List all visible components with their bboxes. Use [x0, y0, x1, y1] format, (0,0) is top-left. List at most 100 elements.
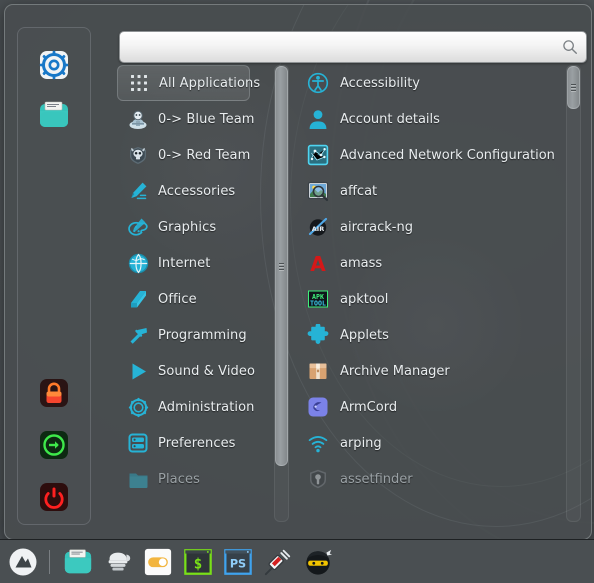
- category-item-sound-video[interactable]: Sound & Video: [117, 353, 269, 389]
- category-scrollbar[interactable]: [274, 65, 289, 522]
- category-item-preferences[interactable]: Preferences: [117, 425, 269, 461]
- wifi-icon: [305, 430, 331, 456]
- svg-text:PS: PS: [230, 557, 246, 570]
- category-label: Programming: [158, 327, 247, 343]
- category-list: All Applications 0-> Blue Team 0-> Red T…: [117, 65, 269, 520]
- category-item-graphics[interactable]: Graphics: [117, 209, 269, 245]
- app-label: aircrack-ng: [340, 219, 413, 235]
- accessibility-icon: [305, 70, 331, 96]
- gear-icon: [39, 50, 69, 80]
- armcord-icon: [305, 394, 331, 420]
- book-icon: [125, 286, 151, 312]
- app-item-amass[interactable]: A amass: [305, 245, 555, 281]
- distro-logo-icon: [9, 548, 37, 575]
- app-label: Advanced Network Configuration: [340, 147, 555, 163]
- app-label: ArmCord: [340, 399, 398, 415]
- network-config-icon: [305, 142, 331, 168]
- category-item-office[interactable]: Office: [117, 281, 269, 317]
- application-menu-window: All Applications 0-> Blue Team 0-> Red T…: [4, 4, 592, 540]
- taskbar-terminal[interactable]: $: [181, 545, 215, 579]
- power-icon: [40, 483, 68, 511]
- taskbar-syringe[interactable]: [261, 545, 295, 579]
- syringe-icon: [264, 549, 291, 575]
- search-icon: [557, 34, 583, 60]
- category-scrollbar-thumb[interactable]: [275, 66, 288, 466]
- category-item-red-team[interactable]: 0-> Red Team: [117, 137, 269, 173]
- sidebar-item-lock-screen[interactable]: [37, 376, 71, 410]
- category-item-places[interactable]: Places: [117, 461, 269, 497]
- app-item-applets[interactable]: Applets: [305, 317, 555, 353]
- category-item-all-applications[interactable]: All Applications: [117, 65, 260, 101]
- toggle-icon: [144, 548, 172, 575]
- grid-icon: [126, 70, 152, 96]
- taskbar-powershell[interactable]: PS: [221, 545, 255, 579]
- affcat-icon: [305, 178, 331, 204]
- app-item-advanced-network-configuration[interactable]: Advanced Network Configuration: [305, 137, 555, 173]
- user-icon: [305, 106, 331, 132]
- category-label: 0-> Blue Team: [158, 111, 255, 127]
- palette-icon: [125, 214, 151, 240]
- powershell-icon: PS: [224, 548, 252, 575]
- folder-icon: [40, 101, 68, 127]
- fan-icon: [108, 552, 131, 570]
- category-label: Office: [158, 291, 197, 307]
- app-label: assetfinder: [340, 471, 413, 487]
- category-label: Preferences: [158, 435, 236, 451]
- taskbar: $ PS: [0, 539, 594, 583]
- app-item-armcord[interactable]: ArmCord: [305, 389, 555, 425]
- category-item-administration[interactable]: Administration: [117, 389, 269, 425]
- category-label: Places: [158, 471, 200, 487]
- sidebar-item-log-out[interactable]: [37, 428, 71, 462]
- svg-text:A: A: [310, 252, 326, 274]
- svg-text:TOOL: TOOL: [310, 300, 326, 308]
- taskbar-menu-button[interactable]: [6, 545, 40, 579]
- system-sidebar: [17, 27, 91, 525]
- places-folder-icon: [125, 466, 151, 492]
- logout-icon: [40, 431, 68, 459]
- taskbar-cpu-fan[interactable]: [101, 545, 135, 579]
- sliders-icon: [125, 430, 151, 456]
- category-label: Graphics: [158, 219, 217, 235]
- category-label: 0-> Red Team: [158, 147, 251, 163]
- category-label: Internet: [158, 255, 211, 271]
- blue-team-icon: [125, 106, 151, 132]
- taskbar-hacker[interactable]: [301, 545, 335, 579]
- taskbar-toggle[interactable]: [141, 545, 175, 579]
- app-item-apktool[interactable]: APK TOOL apktool: [305, 281, 555, 317]
- app-label: arping: [340, 435, 382, 451]
- hammer-icon: [125, 322, 151, 348]
- app-label: apktool: [340, 291, 389, 307]
- app-item-affcat[interactable]: affcat: [305, 173, 555, 209]
- sidebar-item-file-manager[interactable]: [37, 98, 71, 132]
- aircrack-icon: AIR: [305, 214, 331, 240]
- app-label: amass: [340, 255, 383, 271]
- category-item-blue-team[interactable]: 0-> Blue Team: [117, 101, 269, 137]
- archive-icon: [305, 358, 331, 384]
- app-item-archive-manager[interactable]: Archive Manager: [305, 353, 555, 389]
- taskbar-file-manager[interactable]: [61, 545, 95, 579]
- search-box[interactable]: [119, 31, 587, 63]
- category-item-internet[interactable]: Internet: [117, 245, 269, 281]
- screen: All Applications 0-> Blue Team 0-> Red T…: [0, 0, 594, 583]
- sidebar-item-system-settings[interactable]: [37, 48, 71, 82]
- app-item-assetfinder[interactable]: assetfinder: [305, 461, 555, 497]
- app-item-accessibility[interactable]: Accessibility: [305, 65, 555, 101]
- hacker-icon: [306, 549, 333, 575]
- app-item-arping[interactable]: arping: [305, 425, 555, 461]
- pencil-icon: [125, 178, 151, 204]
- red-team-icon: [125, 142, 151, 168]
- app-label: affcat: [340, 183, 378, 199]
- app-item-aircrack-ng[interactable]: AIR aircrack-ng: [305, 209, 555, 245]
- application-scrollbar-thumb[interactable]: [567, 66, 580, 109]
- category-item-accessories[interactable]: Accessories: [117, 173, 269, 209]
- category-item-programming[interactable]: Programming: [117, 317, 269, 353]
- sidebar-item-shut-down[interactable]: [37, 480, 71, 514]
- application-scrollbar[interactable]: [566, 65, 581, 522]
- category-label: Administration: [158, 399, 255, 415]
- svg-text:$: $: [194, 556, 202, 572]
- folder-icon: [64, 549, 92, 573]
- app-item-account-details[interactable]: Account details: [305, 101, 555, 137]
- category-label: Sound & Video: [158, 363, 256, 379]
- search-input[interactable]: [120, 34, 557, 60]
- assetfinder-icon: [305, 466, 331, 492]
